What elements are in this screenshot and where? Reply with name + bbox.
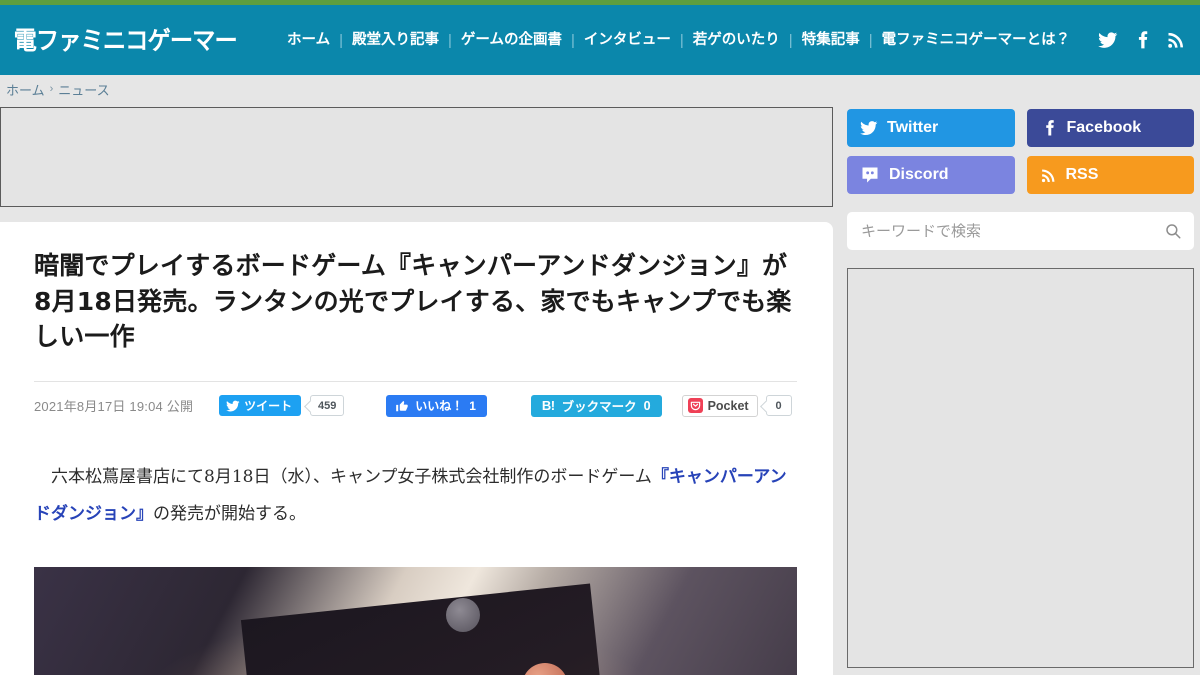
like-button-label: いいね！ [415,399,464,413]
search-box[interactable] [847,212,1194,250]
pocket-button[interactable]: Pocket [681,394,758,417]
share-buttons: ツイート 459 いいね！ 1 B! ブックマーク 0 Pocket 0 [219,394,792,417]
twitter-icon [226,400,240,411]
tweet-count: 459 [310,395,345,416]
twitter-icon[interactable] [1098,30,1118,50]
sidebar-twitter-label: Twitter [887,119,939,136]
pocket-count: 0 [765,395,792,416]
sidebar-facebook-label: Facebook [1066,119,1142,136]
thumbs-up-icon [396,400,408,411]
publish-date: 2021年8月17日 19:04 公開 [34,399,194,414]
tweet-button[interactable]: ツイート [219,395,302,416]
sidebar-rss-label: RSS [1065,166,1099,183]
article-meta-row: 2021年8月17日 19:04 公開 ツイート 459 いいね！ 1 B! ブ… [34,380,797,417]
figure-board [241,583,621,675]
main-navigation: ホーム | 殿堂入り記事 | ゲームの企画書 | インタビュー | 若ゲのいたり… [278,33,1088,48]
nav-item-interview[interactable]: インタビュー [575,33,680,48]
nav-item-about[interactable]: 電ファミニコゲーマーとは？ [873,33,1080,48]
page-layout: 暗闇でプレイするボードゲーム『キャンパーアンドダンジョン』が8月18日発売。ラン… [0,103,1200,675]
main-content: 暗闇でプレイするボードゲーム『キャンパーアンドダンジョン』が8月18日発売。ラン… [0,103,833,675]
hatena-count: 0 [643,398,651,413]
sidebar: Twitter Facebook Discord RSS キーワードで検索 [833,103,1200,668]
hatena-button-label: ブックマーク [561,400,637,414]
nav-item-features[interactable]: 特集記事 [793,33,869,48]
facebook-like-button[interactable]: いいね！ 1 [386,394,487,417]
site-header: 電ファミニコゲーマー ホーム | 殿堂入り記事 | ゲームの企画書 | インタビ… [0,5,1200,75]
article-title: 暗闇でプレイするボードゲーム『キャンパーアンドダンジョン』が8月18日発売。ラン… [34,251,792,351]
header-social-links [1088,30,1186,50]
lead-text-part1: 六本松蔦屋書店にて8月18日（水）、キャンプ女子株式会社制作のボードゲーム [51,466,652,487]
article-body: 六本松蔦屋書店にて8月18日（水）、キャンプ女子株式会社制作のボードゲーム『キャ… [34,459,797,534]
rss-icon [1041,168,1054,182]
discord-icon [862,167,878,183]
sidebar-discord-label: Discord [889,166,949,183]
breadcrumb-item-news[interactable]: ニュース [58,80,109,99]
facebook-icon[interactable] [1132,30,1152,50]
sidebar-rss-button[interactable]: RSS [1026,156,1194,194]
facebook-icon [1045,120,1054,136]
nav-item-game-proposal[interactable]: ゲームの企画書 [452,33,571,48]
article-hero-image [34,567,797,675]
pocket-button-label: Pocket [707,398,749,413]
breadcrumb-separator-icon: › [49,83,54,95]
rss-icon[interactable] [1166,30,1186,50]
tweet-button-label: ツイート [244,399,293,413]
nav-item-hall-of-fame[interactable]: 殿堂入り記事 [343,33,448,48]
search-input[interactable] [861,222,1164,240]
like-count: 1 [469,398,476,413]
sidebar-discord-button[interactable]: Discord [847,156,1015,194]
article-card: 暗闇でプレイするボードゲーム『キャンパーアンドダンジョン』が8月18日発売。ラン… [0,222,833,675]
twitter-icon [860,121,878,136]
lead-text-part2: の発売が開始する。 [153,503,306,524]
hatena-bookmark-button[interactable]: B! ブックマーク 0 [530,394,662,417]
nav-item-home[interactable]: ホーム [278,33,339,48]
nav-item-wakage[interactable]: 若ゲのいたり [684,33,789,48]
breadcrumb-item-home[interactable]: ホーム [6,80,45,99]
sidebar-facebook-button[interactable]: Facebook [1026,109,1194,147]
hatena-logo: B! [541,398,555,413]
site-logo[interactable]: 電ファミニコゲーマー [8,25,242,56]
sidebar-twitter-button[interactable]: Twitter [847,109,1015,147]
search-icon[interactable] [1164,222,1182,240]
pocket-icon [687,398,703,413]
sidebar-social-buttons: Twitter Facebook Discord RSS [847,109,1194,194]
ad-slot-top[interactable] [0,107,833,207]
breadcrumb: ホーム › ニュース [0,75,1200,103]
ad-slot-sidebar[interactable] [847,268,1194,668]
article-lead-paragraph: 六本松蔦屋書店にて8月18日（水）、キャンプ女子株式会社制作のボードゲーム『キャ… [34,459,797,534]
